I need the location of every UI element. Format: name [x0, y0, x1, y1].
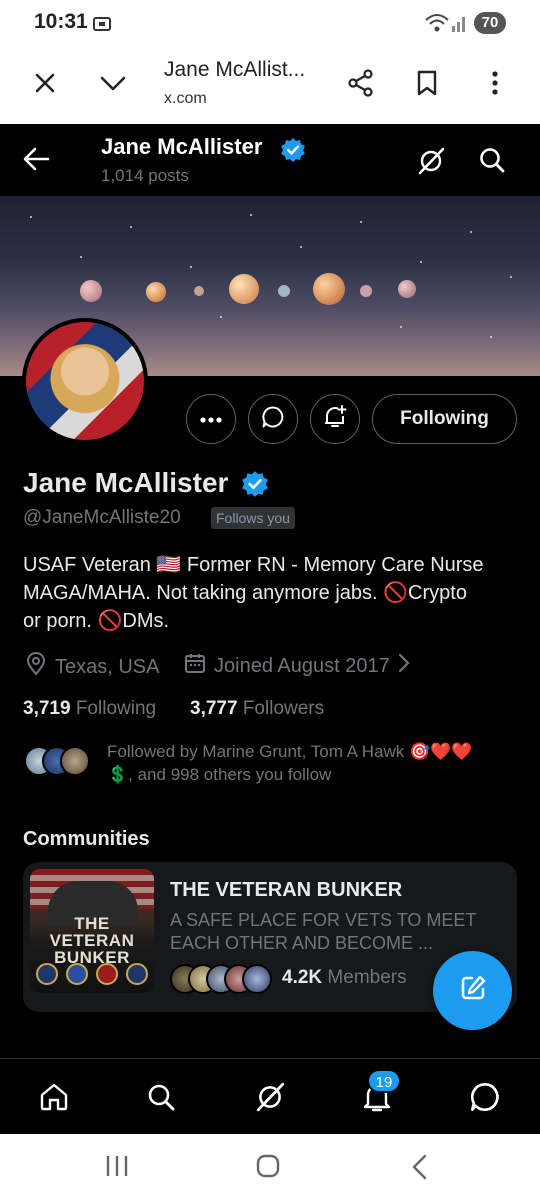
community-image: THE VETERAN BUNKER [30, 869, 154, 993]
compose-icon [458, 973, 488, 1008]
followed-by-text[interactable]: Followed by Marine Grunt, Tom A Hawk 🎯❤️… [107, 740, 527, 786]
verified-badge-icon [241, 470, 269, 503]
verified-badge-icon [280, 137, 306, 168]
system-navigation-bar [0, 1134, 540, 1200]
back-arrow-icon[interactable] [22, 146, 50, 177]
share-icon[interactable] [344, 66, 378, 100]
profile-handle: @JaneMcAlliste20 [23, 507, 181, 528]
followed-by-line: 💲, and 998 others you follow [107, 765, 332, 784]
community-image-text: THE VETERAN BUNKER [49, 914, 135, 967]
message-button[interactable] [248, 394, 298, 444]
status-time: 10:31 [34, 10, 88, 33]
community-members-count: 4.2K [282, 967, 323, 988]
communities-heading: Communities [23, 828, 150, 850]
chevron-right-icon [398, 653, 410, 679]
calendar-icon [184, 652, 206, 680]
follows-you-badge: Follows you [211, 507, 295, 529]
profile-name: Jane McAllister [23, 467, 229, 498]
more-vertical-icon[interactable] [478, 66, 512, 100]
location-pin-icon [25, 652, 47, 682]
bio-line: or porn. 🚫DMs. [23, 610, 170, 632]
signal-icon [452, 14, 468, 37]
community-members-label: Members [327, 967, 407, 988]
message-icon [261, 405, 285, 434]
profile-joined[interactable]: Joined August 2017 [184, 652, 410, 680]
community-members: 4.2K Members [282, 967, 407, 989]
browser-page-title: Jane McAllist... [164, 58, 306, 81]
avatar[interactable] [22, 318, 148, 444]
location-text: Texas, USA [55, 655, 160, 678]
bookmark-icon[interactable] [410, 66, 444, 100]
battery-icon: 70 [474, 12, 506, 34]
close-tab-icon[interactable] [28, 66, 62, 100]
bottom-navigation: 19 [0, 1058, 540, 1134]
notifications-badge: 19 [367, 1069, 401, 1093]
more-options-button[interactable] [186, 394, 236, 444]
profile-bio: USAF Veteran 🇺🇸 Former RN - Memory Care … [23, 551, 523, 635]
followers-stat[interactable]: 3,777 Followers [190, 698, 324, 720]
grok-icon[interactable] [250, 1077, 290, 1117]
back-icon[interactable] [410, 1154, 428, 1185]
grok-icon[interactable] [416, 146, 446, 181]
chevron-down-icon[interactable] [96, 66, 130, 100]
wifi-icon [424, 12, 450, 39]
status-bar: 10:31 70 [0, 0, 540, 48]
community-description: A SAFE PLACE FOR VETS TO MEET EACH OTHER… [170, 910, 477, 953]
followers-count: 3,777 [190, 698, 238, 719]
search-icon[interactable] [478, 146, 506, 179]
joined-text: Joined August 2017 [214, 654, 390, 677]
profile-location: Texas, USA [25, 652, 159, 682]
following-button-label: Following [400, 408, 489, 429]
search-icon[interactable] [141, 1077, 181, 1117]
browser-toolbar: Jane McAllist... x.com [0, 48, 540, 124]
header-post-count: 1,014 posts [101, 166, 189, 185]
avatar [242, 964, 272, 994]
followers-label: Followers [242, 698, 325, 719]
home-button-icon[interactable] [256, 1154, 280, 1183]
following-count: 3,719 [23, 698, 71, 719]
home-icon[interactable] [34, 1077, 74, 1117]
following-label: Following [75, 698, 157, 719]
following-button[interactable]: Following [372, 394, 517, 444]
bell-plus-icon [322, 404, 348, 435]
recent-apps-icon[interactable] [104, 1154, 130, 1183]
more-horizontal-icon [200, 410, 222, 428]
screenshot-icon [92, 14, 112, 39]
bio-line: USAF Veteran 🇺🇸 Former RN - Memory Care … [23, 554, 484, 576]
messages-icon[interactable] [465, 1077, 505, 1117]
notify-button[interactable] [310, 394, 360, 444]
browser-url[interactable]: x.com [164, 90, 207, 108]
following-stat[interactable]: 3,719 Following [23, 698, 156, 720]
avatar [60, 746, 90, 776]
header-name: Jane McAllister [101, 134, 263, 159]
bio-line: MAGA/MAHA. Not taking anymore jabs. 🚫Cry… [23, 582, 467, 604]
profile-header-bar: Jane McAllister 1,014 posts [0, 124, 540, 196]
compose-button[interactable] [433, 951, 512, 1030]
community-title: THE VETERAN BUNKER [170, 879, 403, 901]
followed-by-line: Followed by Marine Grunt, Tom A Hawk 🎯❤️… [107, 742, 473, 761]
